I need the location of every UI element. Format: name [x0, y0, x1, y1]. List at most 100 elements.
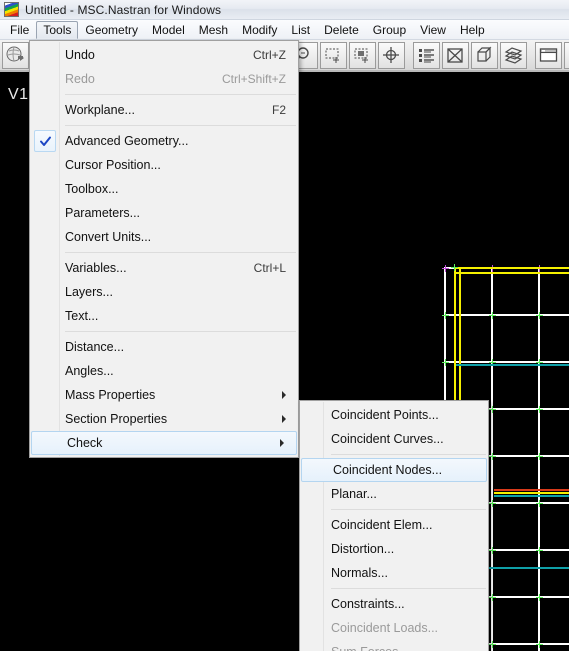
submenu-arrow-icon [280, 439, 284, 447]
tools-menu-item-parameters[interactable]: Parameters... [30, 201, 298, 225]
tools-menu-item-text[interactable]: Text... [30, 304, 298, 328]
grid-icon[interactable] [564, 41, 569, 69]
list-view-icon[interactable] [413, 41, 440, 69]
menubar-item-delete[interactable]: Delete [317, 20, 366, 39]
mesh-node [489, 641, 496, 648]
check-menu-item-separator [331, 454, 486, 455]
menubar-item-label: Delete [324, 22, 359, 37]
tools-menu-item-check[interactable]: Check [31, 431, 297, 455]
toolbar-gap-4 [528, 42, 534, 68]
menubar-item-label: File [10, 22, 30, 37]
menu-item-label: Constraints... [331, 597, 405, 611]
mesh-node [536, 312, 543, 319]
menu-item-label: Redo [65, 72, 95, 86]
check-menu-item-normals[interactable]: Normals... [300, 561, 488, 585]
mesh-node [489, 312, 496, 319]
check-menu-item-coincident-curves[interactable]: Coincident Curves... [300, 427, 488, 451]
tools-menu-item-undo[interactable]: Undo Ctrl+Z [30, 43, 298, 67]
menu-item-label: Text... [65, 309, 99, 323]
toolbar-gap-3 [406, 42, 412, 68]
menubar-item-mesh[interactable]: Mesh [192, 20, 235, 39]
mesh-boundary-line [454, 267, 569, 269]
menu-item-label: Convert Units... [65, 230, 152, 244]
submenu-arrow-icon [282, 415, 286, 423]
check-menu-item-constraints[interactable]: Constraints... [300, 592, 488, 616]
check-menu-item-coincident-points[interactable]: Coincident Points... [300, 403, 488, 427]
tools-dropdown-menu[interactable]: Undo Ctrl+Z Redo Ctrl+Shift+Z Workplane... F2… [29, 40, 299, 458]
menu-item-label: Normals... [331, 566, 388, 580]
menubar-item-help[interactable]: Help [453, 20, 492, 39]
load-line [494, 489, 569, 491]
check-menu-item-planar[interactable]: Planar... [300, 482, 488, 506]
menu-item-label: Undo [65, 48, 95, 62]
tools-menu-item-angles[interactable]: Angles... [30, 359, 298, 383]
check-submenu[interactable]: Coincident Points... Coincident Curves...… [299, 400, 489, 651]
menubar-item-label: Mesh [198, 22, 229, 37]
check-menu-item-separator [331, 509, 486, 510]
menu-item-label: Planar... [331, 487, 377, 501]
tools-menu-item-separator [65, 331, 296, 332]
layers-icon[interactable] [500, 41, 527, 69]
mesh-node [489, 594, 496, 601]
pan-icon[interactable] [349, 41, 376, 69]
menubar-item-modify[interactable]: Modify [235, 20, 284, 39]
tools-menu-item-separator [65, 125, 296, 126]
menu-item-label: Sum Forces... [331, 645, 476, 651]
zoom-window-icon[interactable] [320, 41, 347, 69]
tools-menu-item-layers[interactable]: Layers... [30, 280, 298, 304]
mesh-node [489, 547, 496, 554]
menubar-item-label: View [420, 22, 446, 37]
menubar-item-label: Tools [43, 23, 72, 37]
mesh-node [451, 264, 458, 271]
menubar-item-list[interactable]: List [284, 20, 317, 39]
window-icon[interactable] [535, 41, 562, 69]
tools-menu-item-mass-properties[interactable]: Mass Properties [30, 383, 298, 407]
tools-menu-item-cursor-position[interactable]: Cursor Position... [30, 153, 298, 177]
check-menu-item-coincident-elem[interactable]: Coincident Elem... [300, 513, 488, 537]
constraint-line [494, 495, 569, 497]
tools-menu-item-distance[interactable]: Distance... [30, 335, 298, 359]
menu-item-label: Distance... [65, 340, 125, 354]
menu-item-label: Parameters... [65, 206, 141, 220]
mesh-node [536, 641, 543, 648]
menu-item-label: Section Properties [65, 412, 168, 426]
menubar-item-label: List [291, 22, 311, 37]
check-menu-item-distortion[interactable]: Distortion... [300, 537, 488, 561]
menu-item-label: Coincident Curves... [331, 432, 444, 446]
menubar-item-file[interactable]: File [3, 20, 36, 39]
menu-item-label: Distortion... [331, 542, 395, 556]
menubar-item-label: Modify [242, 22, 278, 37]
menubar-item-tools[interactable]: Tools [36, 21, 79, 39]
tools-menu-item-workplane[interactable]: Workplane... F2 [30, 98, 298, 122]
tools-menu-item-convert-units[interactable]: Convert Units... [30, 225, 298, 249]
mesh-node [536, 500, 543, 507]
checkmark-icon [34, 130, 56, 152]
menu-item-label: Angles... [65, 364, 114, 378]
menu-item-label: Toolbox... [65, 182, 119, 196]
menu-item-label: Cursor Position... [65, 158, 161, 172]
tools-menu-item-advanced-geometry[interactable]: Advanced Geometry... [30, 129, 298, 153]
cube-icon[interactable] [471, 41, 498, 69]
menu-item-label: Mass Properties [65, 388, 156, 402]
menu-item-label: Workplane... [65, 103, 135, 117]
window-title: Untitled - MSC.Nastran for Windows [25, 2, 222, 17]
tools-menu-item-variables[interactable]: Variables... Ctrl+L [30, 256, 298, 280]
no-display-icon[interactable] [442, 41, 469, 69]
tools-menu-item-separator [65, 252, 296, 253]
center-crosshair-icon[interactable] [378, 41, 405, 69]
mesh-node [442, 359, 449, 366]
mesh-node [442, 265, 449, 272]
menubar-item-view[interactable]: View [413, 20, 453, 39]
check-menu-item-coincident-nodes[interactable]: Coincident Nodes... [301, 458, 487, 482]
shaded-sphere-icon[interactable] [2, 41, 29, 69]
menu-bar: File Tools Geometry Model Mesh Modify List Dele… [0, 20, 569, 40]
tools-menu-item-toolbox[interactable]: Toolbox... [30, 177, 298, 201]
menubar-item-model[interactable]: Model [145, 20, 192, 39]
title-bar: Untitled - MSC.Nastran for Windows [0, 0, 569, 20]
menu-item-label: Coincident Nodes... [333, 463, 443, 477]
menubar-item-group[interactable]: Group [366, 20, 413, 39]
menubar-item-geometry[interactable]: Geometry [78, 20, 145, 39]
tools-menu-item-redo: Redo Ctrl+Shift+Z [30, 67, 298, 91]
tools-menu-item-section-properties[interactable]: Section Properties [30, 407, 298, 431]
menu-item-label: Coincident Loads... [331, 621, 439, 635]
